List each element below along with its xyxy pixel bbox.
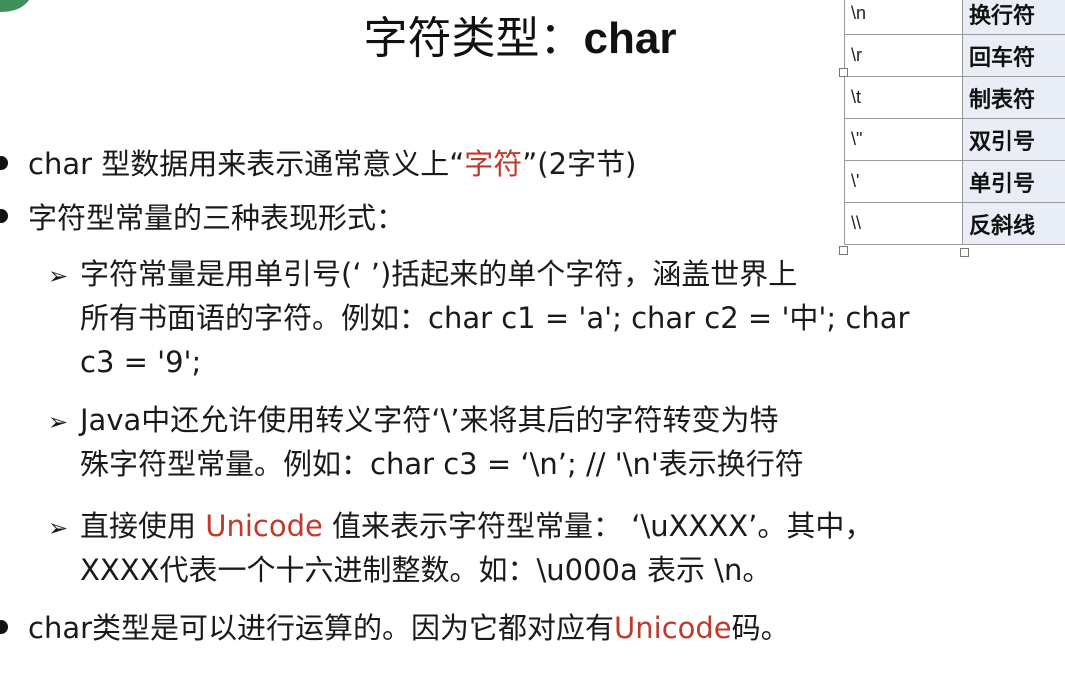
escape-seq: \" xyxy=(844,118,963,161)
bullet-2: 字符型常量的三种表现形式： xyxy=(28,201,406,235)
escape-desc: 换行符 xyxy=(962,0,1065,35)
escape-seq: \\ xyxy=(844,202,963,245)
escape-seq: \r xyxy=(844,34,963,77)
escape-row: \' 单引号 xyxy=(844,160,1065,203)
arrow-icon: ➢ xyxy=(48,408,69,436)
bullet-1-post: ”(2字节) xyxy=(522,147,637,181)
bullet-1-text: char 型数据用来表示通常意义上“ xyxy=(28,147,465,181)
escape-desc: 双引号 xyxy=(962,118,1065,161)
arrow-icon: ➢ xyxy=(48,514,69,542)
resize-handle[interactable] xyxy=(960,248,969,257)
escape-desc: 单引号 xyxy=(962,160,1065,203)
escape-desc: 反斜线 xyxy=(962,202,1065,245)
sub-3-line-1: 直接使用 Unicode 值来表示字符型常量： ‘\uXXXX’。其中， xyxy=(80,509,874,543)
bullet-dot xyxy=(0,209,8,223)
escape-row: \" 双引号 xyxy=(844,118,1065,161)
escape-desc: 制表符 xyxy=(962,76,1065,119)
escape-row: \r 回车符 xyxy=(844,34,1065,77)
arrow-icon: ➢ xyxy=(48,262,69,290)
unicode-red: Unicode xyxy=(205,509,323,543)
sub-1-line-1: 字符常量是用单引号(‘ ’)括起来的单个字符，涵盖世界上 xyxy=(80,257,798,291)
bullet-dot xyxy=(0,620,8,634)
sub-2-line-1: Java中还允许使用转义字符‘\’来将其后的字符转变为特 xyxy=(80,403,779,437)
escape-seq: \t xyxy=(844,76,963,119)
unicode-red: Unicode xyxy=(614,611,732,645)
resize-handle[interactable] xyxy=(839,68,848,77)
bullet-1: char 型数据用来表示通常意义上“字符”(2字节) xyxy=(28,144,636,184)
escape-desc: 回车符 xyxy=(962,34,1065,77)
sub-bullet-1: 字符常量是用单引号(‘ ’)括起来的单个字符，涵盖世界上 所有书面语的字符。例如… xyxy=(80,252,909,384)
title-latin: char xyxy=(583,14,677,63)
bullet-3: char类型是可以进行运算的。因为它都对应有Unicode码。 xyxy=(28,611,790,645)
sub-3-line-2: XXXX代表一个十六进制整数。如：\u000a 表示 \n。 xyxy=(80,553,772,587)
sub-1-line-2: 所有书面语的字符。例如：char c1 = 'a'; char c2 = '中'… xyxy=(80,301,910,335)
escape-row: \n 换行符 xyxy=(844,0,1065,35)
escape-seq: \' xyxy=(844,160,963,203)
sub-2-line-2: 殊字符型常量。例如：char c3 = ‘\n’; // '\n'表示换行符 xyxy=(80,447,804,481)
sub-bullet-2: Java中还允许使用转义字符‘\’来将其后的字符转变为特 殊字符型常量。例如：c… xyxy=(80,398,804,486)
escape-table: \n 换行符 \r 回车符 \t 制表符 \" 双引号 \' 单引号 \\ 反斜线 xyxy=(844,0,1065,245)
sub-1-line-3: c3 = '9'; xyxy=(80,345,202,379)
sub-bullet-3: 直接使用 Unicode 值来表示字符型常量： ‘\uXXXX’。其中， XXX… xyxy=(80,504,873,592)
escape-seq: \n xyxy=(844,0,963,35)
bullet-1-red: 字符 xyxy=(464,147,523,181)
escape-row: \\ 反斜线 xyxy=(844,202,1065,245)
bullet-dot xyxy=(0,156,8,170)
title-cn: 字符类型： xyxy=(363,13,584,64)
escape-row: \t 制表符 xyxy=(844,76,1065,119)
